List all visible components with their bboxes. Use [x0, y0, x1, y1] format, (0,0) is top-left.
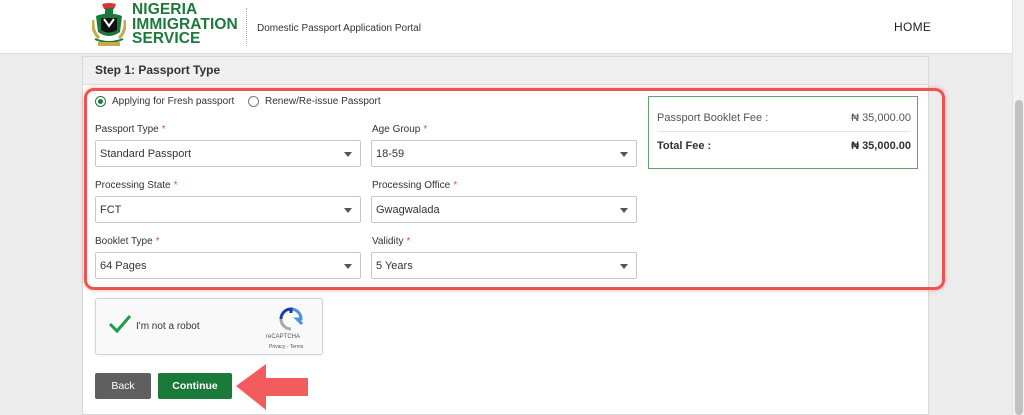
- annotation-arrow-icon: [236, 364, 308, 410]
- portal-title: Domestic Passport Application Portal: [257, 23, 421, 34]
- chevron-down-icon: [620, 208, 628, 213]
- continue-button[interactable]: Continue: [158, 373, 232, 399]
- processing-state-select[interactable]: FCT: [95, 196, 361, 223]
- passport-type-select[interactable]: Standard Passport: [95, 140, 361, 167]
- processing-office-label: Processing Office *: [372, 180, 457, 191]
- scrollbar-thumb[interactable]: [1015, 100, 1023, 415]
- radio-label-fresh: Applying for Fresh passport: [112, 96, 235, 107]
- booklet-fee-row: Passport Booklet Fee : ₦ 35,000.00: [657, 112, 911, 124]
- required-asterisk: *: [423, 124, 428, 135]
- fee-divider: [657, 131, 911, 132]
- recaptcha-links[interactable]: Privacy - Terms: [269, 344, 303, 350]
- processing-office-label-text: Processing Office: [372, 180, 451, 191]
- age-group-label-text: Age Group: [372, 124, 421, 135]
- back-button[interactable]: Back: [95, 373, 151, 399]
- passport-type-label: Passport Type *: [95, 124, 166, 135]
- processing-state-label-text: Processing State: [95, 180, 171, 191]
- fee-summary-box: Passport Booklet Fee : ₦ 35,000.00 Total…: [648, 96, 918, 169]
- booklet-fee-value: ₦ 35,000.00: [851, 112, 911, 124]
- radio-button-selected[interactable]: [95, 96, 106, 107]
- total-fee-label: Total Fee :: [657, 140, 712, 152]
- age-group-label: Age Group *: [372, 124, 427, 135]
- validity-label-text: Validity: [372, 236, 404, 247]
- validity-select[interactable]: 5 Years: [371, 252, 637, 279]
- step-title: Step 1: Passport Type: [83, 57, 928, 85]
- chevron-down-icon: [344, 264, 352, 269]
- required-asterisk: *: [453, 180, 458, 191]
- radio-fresh-passport[interactable]: Applying for Fresh passport: [95, 96, 234, 107]
- validity-label: Validity *: [372, 236, 410, 247]
- chevron-down-icon: [344, 152, 352, 157]
- processing-office-select[interactable]: Gwagwalada: [371, 196, 637, 223]
- booklet-type-value: 64 Pages: [100, 260, 147, 272]
- recaptcha-logo-icon: [279, 307, 304, 331]
- radio-button-unselected[interactable]: [248, 96, 259, 107]
- total-fee-row: Total Fee : ₦ 35,000.00: [657, 140, 911, 152]
- page-scrollbar[interactable]: [1012, 0, 1024, 415]
- passport-type-value: Standard Passport: [100, 148, 192, 160]
- required-asterisk: *: [173, 180, 178, 191]
- required-asterisk: *: [406, 236, 411, 247]
- processing-state-value: FCT: [100, 204, 122, 216]
- processing-office-value: Gwagwalada: [376, 204, 440, 216]
- chevron-down-icon: [344, 208, 352, 213]
- validity-value: 5 Years: [376, 260, 413, 272]
- nigeria-coat-of-arms-logo[interactable]: [92, 2, 126, 48]
- brand-line-3: SERVICE: [132, 30, 201, 47]
- total-fee-value: ₦ 35,000.00: [851, 140, 911, 152]
- recaptcha-brand: reCAPTCHA: [266, 334, 301, 340]
- required-asterisk: *: [155, 236, 160, 247]
- captcha-label: I'm not a robot: [136, 321, 200, 332]
- radio-renew-passport[interactable]: Renew/Re-issue Passport: [248, 96, 381, 107]
- chevron-down-icon: [620, 152, 628, 157]
- booklet-type-label: Booklet Type *: [95, 236, 160, 247]
- age-group-value: 18-59: [376, 148, 405, 160]
- chevron-down-icon: [620, 264, 628, 269]
- age-group-select[interactable]: 18-59: [371, 140, 637, 167]
- checkmark-icon[interactable]: [108, 314, 132, 334]
- processing-state-label: Processing State *: [95, 180, 178, 191]
- recaptcha-widget[interactable]: I'm not a robot reCAPTCHA Privacy - Term…: [95, 298, 323, 355]
- booklet-fee-label: Passport Booklet Fee :: [657, 112, 769, 124]
- brand-name: NIGERIA IMMIGRATION SERVICE: [132, 2, 238, 47]
- required-asterisk: *: [161, 124, 166, 135]
- passport-type-label-text: Passport Type: [95, 124, 159, 135]
- booklet-type-select[interactable]: 64 Pages: [95, 252, 361, 279]
- header-divider: [246, 8, 247, 46]
- radio-label-renew: Renew/Re-issue Passport: [265, 96, 381, 107]
- booklet-type-label-text: Booklet Type: [95, 236, 153, 247]
- home-link[interactable]: HOME: [894, 20, 931, 34]
- site-header: NIGERIA IMMIGRATION SERVICE Domestic Pas…: [0, 0, 1012, 54]
